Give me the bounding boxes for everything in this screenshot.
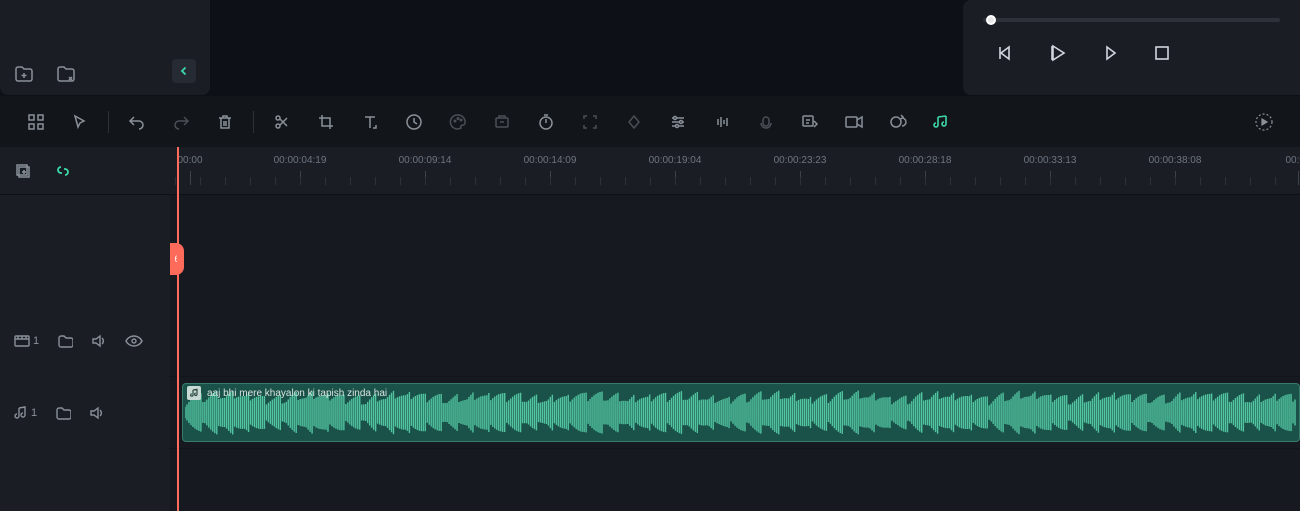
timeline-ruler[interactable]: 00:00 00:00:04:19 00:00:09:14 00:00:14:09 00…: [170, 147, 1300, 195]
ruler-timestamp: 00:00:04:19: [274, 155, 327, 166]
timer-icon[interactable]: [526, 104, 566, 140]
video-track-number: 1: [33, 335, 39, 347]
stop-button[interactable]: [1153, 44, 1171, 62]
layout-grid-icon[interactable]: [16, 104, 56, 140]
audio-adjust-icon[interactable]: [702, 104, 742, 140]
auto-ripple-icon[interactable]: [54, 162, 72, 180]
new-folder-icon[interactable]: [14, 65, 34, 83]
ruler-timestamp: 00:00: [1285, 155, 1300, 166]
effects-icon[interactable]: [482, 104, 522, 140]
add-track-icon[interactable]: [14, 162, 32, 180]
prev-frame-button[interactable]: [995, 43, 1015, 63]
video-track[interactable]: [170, 305, 1300, 377]
video-mute-icon[interactable]: [91, 334, 107, 348]
speech-to-text-icon[interactable]: [790, 104, 830, 140]
panel-collapse-button[interactable]: [172, 59, 196, 83]
audio-track[interactable]: aaj bhi mere khayalon ki tapish zinda ha…: [170, 377, 1300, 449]
playhead[interactable]: [177, 147, 179, 511]
video-visibility-icon[interactable]: [125, 335, 143, 347]
crop-icon[interactable]: [306, 104, 346, 140]
ruler-timestamp: 00:00:09:14: [399, 155, 452, 166]
toolbar-separator: [253, 111, 254, 133]
audio-mute-icon[interactable]: [89, 406, 105, 420]
ruler-timestamp: 00:00:38:08: [1149, 155, 1202, 166]
playback-panel: [963, 0, 1300, 95]
video-track-header[interactable]: 1: [0, 305, 170, 377]
audio-lock-icon[interactable]: [55, 406, 71, 420]
remove-folder-icon[interactable]: [56, 65, 76, 83]
audio-clip[interactable]: aaj bhi mere khayalon ki tapish zinda ha…: [182, 383, 1300, 442]
render-preview-icon[interactable]: [1244, 104, 1284, 140]
ruler-timestamp: 00:00:14:09: [524, 155, 577, 166]
audio-track-header[interactable]: 1: [0, 377, 170, 449]
record-icon[interactable]: [834, 104, 874, 140]
delete-icon[interactable]: [205, 104, 245, 140]
keyframe-icon[interactable]: [614, 104, 654, 140]
audio-track-number: 1: [31, 407, 37, 419]
next-frame-button[interactable]: [1101, 43, 1121, 63]
undo-icon[interactable]: [117, 104, 157, 140]
media-bin-panel: [0, 0, 210, 95]
video-lock-icon[interactable]: [57, 334, 73, 348]
ruler-timestamp: 00:00:19:04: [649, 155, 702, 166]
ai-audio-icon[interactable]: [878, 104, 918, 140]
ruler-timestamp: 00:00:28:18: [899, 155, 952, 166]
speed-icon[interactable]: [394, 104, 434, 140]
video-track-icon: 1: [14, 334, 39, 348]
split-icon[interactable]: [262, 104, 302, 140]
timeline-content[interactable]: 00:00 00:00:04:19 00:00:09:14 00:00:14:09 00…: [170, 147, 1300, 511]
toolbar-separator: [108, 111, 109, 133]
audio-track-icon: 1: [14, 406, 37, 420]
adjust-icon[interactable]: [658, 104, 698, 140]
ruler-timestamp: 00:00: [177, 155, 202, 166]
audio-beat-icon[interactable]: [922, 104, 962, 140]
track-headers-panel: 1 1: [0, 147, 170, 511]
timeline-toolbar: [0, 95, 1300, 147]
progress-slider[interactable]: [983, 18, 1280, 22]
audio-clip-title: aaj bhi mere khayalon ki tapish zinda ha…: [207, 388, 387, 399]
preview-panel: [210, 0, 963, 95]
color-icon[interactable]: [438, 104, 478, 140]
redo-icon[interactable]: [161, 104, 201, 140]
ruler-timestamp: 00:00:23:23: [774, 155, 827, 166]
fit-icon[interactable]: [570, 104, 610, 140]
ruler-timestamp: 00:00:33:13: [1024, 155, 1077, 166]
play-button[interactable]: [1047, 42, 1069, 64]
voice-icon[interactable]: [746, 104, 786, 140]
progress-thumb[interactable]: [986, 15, 996, 25]
text-icon[interactable]: [350, 104, 390, 140]
music-clip-icon: [187, 386, 201, 400]
cursor-select-icon[interactable]: [60, 104, 100, 140]
